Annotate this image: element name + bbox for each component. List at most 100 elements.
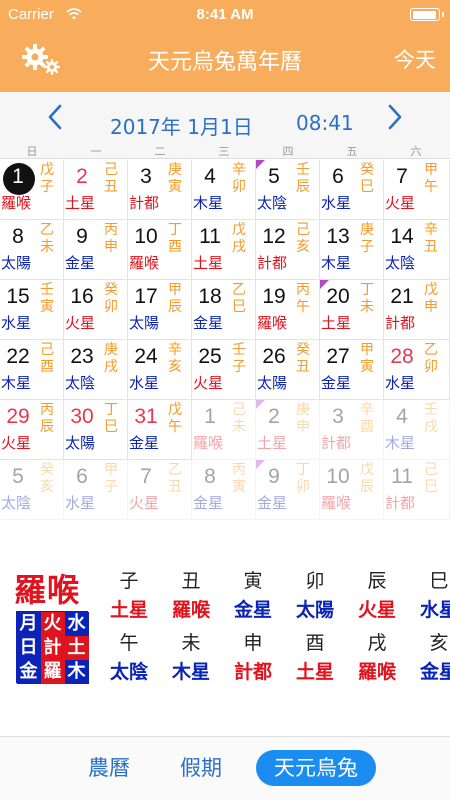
ganzhi-label: 己巳	[424, 462, 438, 495]
day-star: 木星	[321, 254, 352, 272]
day-star: 太陽	[129, 314, 160, 332]
calendar-day-cell[interactable]: 7 乙丑 火星	[128, 460, 192, 520]
calendar-day-cell[interactable]: 11 己巳 計都	[384, 460, 450, 520]
earthly-branch: 辰	[367, 570, 387, 592]
ganzhi-label: 壬辰	[296, 162, 310, 195]
battery-icon	[410, 8, 444, 21]
calendar-day-cell[interactable]: 18 乙巳 金星	[192, 280, 256, 340]
calendar-day-cell[interactable]: 22 己酉 木星	[0, 340, 64, 400]
calendar-grid: 1 戊子 羅喉 2 己丑 土星 3 庚寅 計都 4 辛卯 木星 5 壬辰 太陰 6 癸巳 水星 7 甲午 火星 8 乙未 太陽…	[0, 160, 450, 522]
day-star: 水星	[385, 374, 416, 392]
calendar-day-cell[interactable]: 24 辛亥 水星	[128, 340, 192, 400]
mini-grid-row: 金羅木	[16, 659, 89, 684]
day-star: 羅喉	[257, 314, 288, 332]
tab-tianyuan[interactable]: 天元烏兔	[256, 750, 376, 786]
calendar-day-cell[interactable]: 23 庚戌 太陰	[64, 340, 128, 400]
mini-grid-cell: 水	[64, 611, 89, 636]
day-number: 25	[198, 345, 222, 368]
ganzhi-label: 庚戌	[104, 342, 118, 375]
calendar-day-cell[interactable]: 20 丁未 土星	[320, 280, 384, 340]
calendar-day-cell[interactable]: 10 丁酉 羅喉	[128, 220, 192, 280]
ganzhi-label: 己亥	[296, 222, 310, 255]
calendar-day-cell[interactable]: 25 壬子 火星	[192, 340, 256, 400]
hour-star-entry: 辰火星	[346, 566, 408, 622]
hour-star-entry: 亥金星	[408, 628, 450, 684]
day-star: 羅喉	[321, 494, 352, 512]
ganzhi-label: 丙午	[296, 282, 310, 315]
hour-star: 羅喉	[357, 661, 396, 683]
calendar-day-cell[interactable]: 3 辛酉 計都	[320, 400, 384, 460]
hour-star-entry: 申計都	[222, 628, 284, 684]
calendar-day-cell[interactable]: 1 戊子 羅喉	[0, 160, 64, 220]
calendar-day-cell[interactable]: 11 戊戌 土星	[192, 220, 256, 280]
ganzhi-label: 庚寅	[168, 162, 182, 195]
day-star: 太陽	[1, 254, 32, 272]
current-date[interactable]: 2017年 1月1日	[110, 111, 253, 140]
calendar-day-cell[interactable]: 30 丁巳 太陽	[64, 400, 128, 460]
calendar-day-cell[interactable]: 21 戊申 計都	[384, 280, 450, 340]
calendar-day-cell[interactable]: 6 癸巳 水星	[320, 160, 384, 220]
day-number: 3	[332, 405, 344, 428]
calendar-day-cell[interactable]: 9 丙申 金星	[64, 220, 128, 280]
calendar-day-cell[interactable]: 13 庚子 木星	[320, 220, 384, 280]
calendar-day-cell[interactable]: 4 辛卯 木星	[192, 160, 256, 220]
day-star: 火星	[193, 374, 224, 392]
calendar-day-cell[interactable]: 8 乙未 太陽	[0, 220, 64, 280]
day-star: 計都	[385, 494, 416, 512]
hour-star-entry: 丑羅喉	[160, 566, 222, 622]
today-button[interactable]: 今天	[394, 44, 436, 74]
day-star: 水星	[129, 374, 160, 392]
calendar-day-cell[interactable]: 27 甲寅 金星	[320, 340, 384, 400]
calendar-day-cell[interactable]: 17 甲辰 太陽	[128, 280, 192, 340]
ganzhi-label: 辛亥	[168, 342, 182, 375]
calendar-day-cell[interactable]: 19 丙午 羅喉	[256, 280, 320, 340]
chevron-right-icon[interactable]	[382, 104, 406, 130]
day-number: 15	[6, 285, 30, 308]
calendar-day-cell[interactable]: 15 壬寅 水星	[0, 280, 64, 340]
day-number: 19	[262, 285, 286, 308]
calendar-day-cell[interactable]: 8 丙寅 金星	[192, 460, 256, 520]
chevron-left-icon[interactable]	[44, 104, 68, 130]
calendar-day-cell[interactable]: 28 乙卯 水星	[384, 340, 450, 400]
weekday-label: 二	[154, 145, 166, 158]
calendar-day-cell[interactable]: 31 戊午 金星	[128, 400, 192, 460]
ganzhi-label: 辛酉	[360, 402, 374, 435]
day-number: 11	[199, 225, 221, 248]
calendar-day-cell[interactable]: 14 辛丑 太陰	[384, 220, 450, 280]
calendar-day-cell[interactable]: 5 壬辰 太陰	[256, 160, 320, 220]
calendar-day-cell[interactable]: 7 甲午 火星	[384, 160, 450, 220]
day-number: 4	[204, 165, 216, 188]
day-number: 6	[76, 465, 88, 488]
calendar-day-cell[interactable]: 1 己未 羅喉	[192, 400, 256, 460]
mini-grid-row: 月火水	[16, 611, 89, 636]
day-number: 1	[12, 165, 24, 188]
tab-lunar[interactable]: 農曆	[74, 750, 144, 786]
day-number: 12	[262, 225, 286, 248]
day-star: 火星	[129, 494, 160, 512]
calendar-day-cell[interactable]: 5 癸亥 太陰	[0, 460, 64, 520]
calendar-day-cell[interactable]: 3 庚寅 計都	[128, 160, 192, 220]
day-star: 金星	[193, 494, 224, 512]
ganzhi-label: 辛卯	[232, 162, 246, 195]
ganzhi-label: 戊辰	[360, 462, 374, 495]
weekday-label: 六	[410, 145, 422, 158]
calendar-day-cell[interactable]: 10 戊辰 羅喉	[320, 460, 384, 520]
calendar-day-cell[interactable]: 12 己亥 計都	[256, 220, 320, 280]
hour-star-entry: 卯太陽	[284, 566, 346, 622]
day-number: 13	[326, 225, 350, 248]
current-time[interactable]: 08:41	[296, 111, 354, 135]
calendar-day-cell[interactable]: 9 丁卯 金星	[256, 460, 320, 520]
ganzhi-label: 丙辰	[40, 402, 54, 435]
tab-holiday[interactable]: 假期	[166, 750, 236, 786]
calendar-day-cell[interactable]: 2 己丑 土星	[64, 160, 128, 220]
calendar-day-cell[interactable]: 16 癸卯 火星	[64, 280, 128, 340]
calendar-day-cell[interactable]: 2 庚申 土星	[256, 400, 320, 460]
ganzhi-label: 壬子	[232, 342, 246, 375]
hour-star-entry: 子土星	[98, 566, 160, 622]
calendar-day-cell[interactable]: 26 癸丑 太陽	[256, 340, 320, 400]
day-star: 土星	[193, 254, 224, 272]
calendar-day-cell[interactable]: 29 丙辰 火星	[0, 400, 64, 460]
calendar-day-cell[interactable]: 4 壬戌 木星	[384, 400, 450, 460]
calendar-day-cell[interactable]: 6 甲子 水星	[64, 460, 128, 520]
ganzhi-label: 丁巳	[104, 402, 118, 435]
